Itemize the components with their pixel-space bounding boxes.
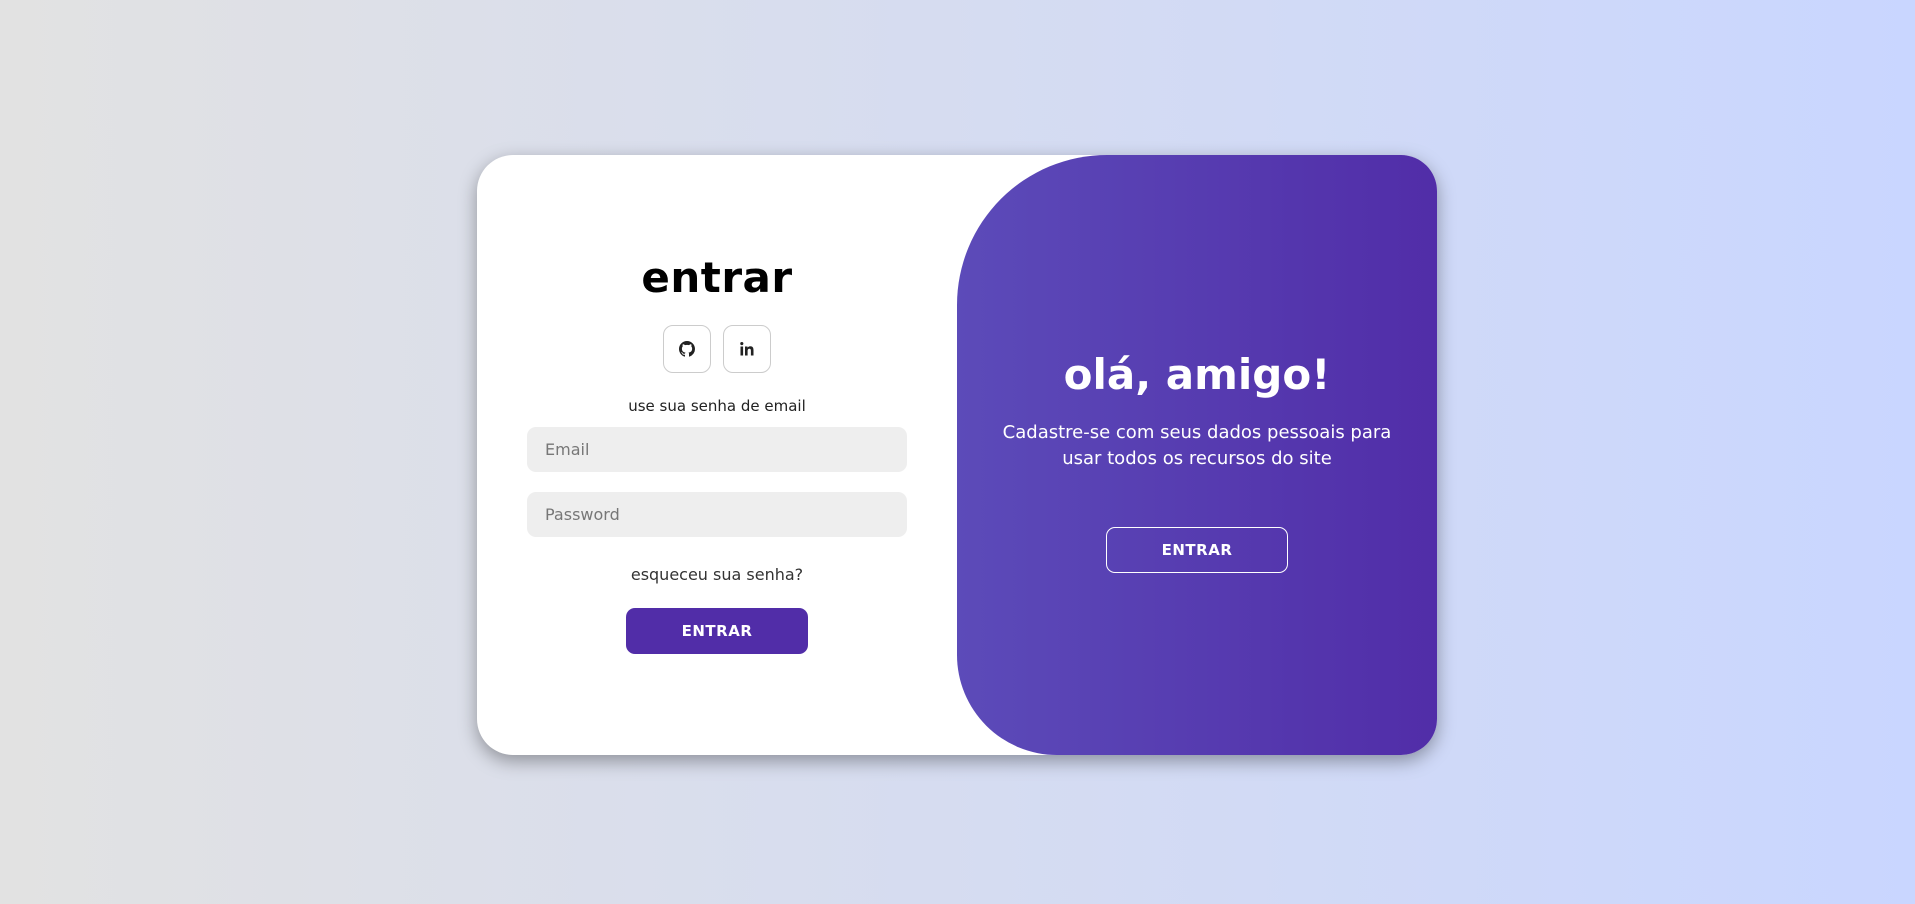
toggle-sign-in-button[interactable]: ENTRAR: [1106, 526, 1288, 573]
toggle-panel: olá, amigo! Cadastre-se com seus dados p…: [957, 155, 1437, 755]
linkedin-icon: [739, 341, 755, 357]
forgot-password-link[interactable]: esqueceu sua senha?: [631, 565, 803, 584]
sign-in-title: entrar: [641, 253, 793, 302]
github-icon: [679, 341, 695, 357]
auth-card: entrar use sua senha de email Email esqu…: [477, 155, 1437, 755]
sign-in-submit-button[interactable]: ENTRAR: [626, 608, 808, 655]
sign-in-panel: entrar use sua senha de email Email esqu…: [477, 155, 957, 755]
sign-in-subtitle: use sua senha de email: [628, 397, 806, 416]
toggle-description: Cadastre-se com seus dados pessoais para…: [1002, 422, 1392, 469]
github-login-button[interactable]: [663, 325, 711, 374]
social-login-row: [663, 325, 771, 374]
linkedin-login-button[interactable]: [723, 325, 771, 374]
toggle-title: olá, amigo!: [1063, 350, 1331, 399]
password-input[interactable]: [527, 492, 907, 538]
email-input[interactable]: [527, 427, 907, 473]
